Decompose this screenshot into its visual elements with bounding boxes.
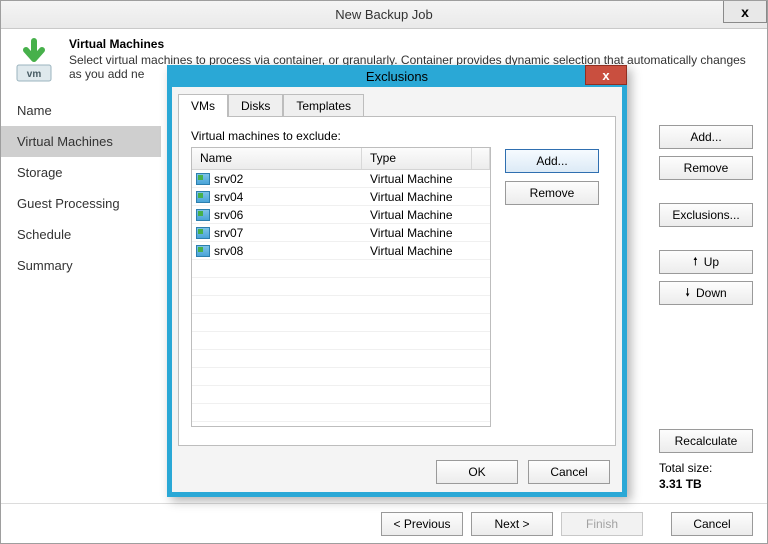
table-row[interactable]: srv04 Virtual Machine — [192, 188, 490, 206]
row-type: Virtual Machine — [362, 190, 488, 204]
window-close-button[interactable]: x — [723, 1, 767, 23]
vm-icon — [196, 191, 210, 203]
vm-icon — [196, 173, 210, 185]
row-type: Virtual Machine — [362, 226, 488, 240]
dialog-titlebar: Exclusions x — [167, 65, 627, 87]
row-type: Virtual Machine — [362, 172, 488, 186]
nav-schedule[interactable]: Schedule — [1, 219, 161, 250]
tab-vms[interactable]: VMs — [178, 94, 228, 117]
up-button[interactable]: 🠕 Up — [659, 250, 753, 274]
up-label: Up — [704, 255, 719, 269]
tabs: VMs Disks Templates — [172, 92, 622, 116]
tab-disks[interactable]: Disks — [228, 94, 283, 117]
empty-row — [192, 314, 490, 332]
add-button[interactable]: Add... — [659, 125, 753, 149]
nav-summary[interactable]: Summary — [1, 250, 161, 281]
wizard-nav: Name Virtual Machines Storage Guest Proc… — [1, 89, 161, 503]
exclude-table[interactable]: Name Type srv02 Virtual Machine srv04 Virtu… — [191, 147, 491, 427]
nav-guest-processing[interactable]: Guest Processing — [1, 188, 161, 219]
dialog-footer: OK Cancel — [436, 460, 610, 484]
previous-button[interactable]: < Previous — [381, 512, 463, 536]
window-titlebar: New Backup Job x — [1, 1, 767, 29]
arrow-down-icon: 🠗 — [685, 284, 690, 303]
close-icon: x — [602, 68, 609, 83]
total-size-label: Total size: — [659, 461, 753, 475]
recalculate-button[interactable]: Recalculate — [659, 429, 753, 453]
svg-text:vm: vm — [27, 69, 42, 80]
empty-row — [192, 296, 490, 314]
remove-button[interactable]: Remove — [659, 156, 753, 180]
cancel-button[interactable]: Cancel — [671, 512, 753, 536]
vm-icon — [196, 245, 210, 257]
row-type: Virtual Machine — [362, 208, 488, 222]
next-button[interactable]: Next > — [471, 512, 553, 536]
empty-row — [192, 350, 490, 368]
row-type: Virtual Machine — [362, 244, 488, 258]
nav-storage[interactable]: Storage — [1, 157, 161, 188]
vm-side-buttons: Add... Remove Exclusions... 🠕 Up 🠗 Down … — [659, 125, 753, 453]
backup-job-window: New Backup Job x vm Virtual Machines Sel… — [0, 0, 768, 544]
wizard-footer: < Previous Next > Finish Cancel — [1, 503, 767, 543]
arrow-up-icon: 🠕 — [693, 253, 698, 272]
col-spacer — [472, 148, 490, 169]
tab-templates[interactable]: Templates — [283, 94, 364, 117]
header-title: Virtual Machines — [69, 37, 757, 51]
exclude-side-buttons: Add... Remove — [505, 149, 599, 205]
finish-button: Finish — [561, 512, 643, 536]
nav-virtual-machines[interactable]: Virtual Machines — [1, 126, 161, 157]
exclusions-dialog: Exclusions x VMs Disks Templates Virtual… — [167, 65, 627, 497]
nav-name[interactable]: Name — [1, 95, 161, 126]
window-title: New Backup Job — [335, 7, 433, 22]
close-icon: x — [741, 4, 749, 20]
empty-row — [192, 386, 490, 404]
down-button[interactable]: 🠗 Down — [659, 281, 753, 305]
row-name: srv08 — [214, 244, 243, 258]
empty-row — [192, 260, 490, 278]
table-header: Name Type — [192, 148, 490, 170]
vm-icon — [196, 209, 210, 221]
table-row[interactable]: srv08 Virtual Machine — [192, 242, 490, 260]
table-row[interactable]: srv07 Virtual Machine — [192, 224, 490, 242]
row-name: srv02 — [214, 172, 243, 186]
exclude-remove-button[interactable]: Remove — [505, 181, 599, 205]
down-label: Down — [696, 286, 727, 300]
table-row[interactable]: srv02 Virtual Machine — [192, 170, 490, 188]
dialog-close-button[interactable]: x — [585, 65, 627, 85]
empty-row — [192, 278, 490, 296]
row-name: srv07 — [214, 226, 243, 240]
vm-icon — [196, 227, 210, 239]
total-size-value: 3.31 TB — [659, 477, 753, 491]
empty-row — [192, 332, 490, 350]
empty-row — [192, 404, 490, 422]
dialog-cancel-button[interactable]: Cancel — [528, 460, 610, 484]
empty-row — [192, 368, 490, 386]
dialog-title: Exclusions — [366, 69, 428, 84]
row-name: srv04 — [214, 190, 243, 204]
col-type[interactable]: Type — [362, 148, 472, 169]
ok-button[interactable]: OK — [436, 460, 518, 484]
row-name: srv06 — [214, 208, 243, 222]
exclude-add-button[interactable]: Add... — [505, 149, 599, 173]
exclusions-button[interactable]: Exclusions... — [659, 203, 753, 227]
vm-header-icon: vm — [11, 37, 59, 85]
table-row[interactable]: srv06 Virtual Machine — [192, 206, 490, 224]
exclude-label: Virtual machines to exclude: — [191, 129, 603, 143]
tab-panel-vms: Virtual machines to exclude: Name Type s… — [178, 116, 616, 446]
dialog-body: VMs Disks Templates Virtual machines to … — [172, 87, 622, 492]
col-name[interactable]: Name — [192, 148, 362, 169]
